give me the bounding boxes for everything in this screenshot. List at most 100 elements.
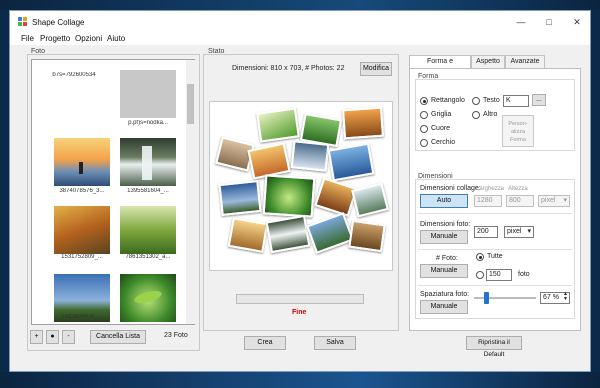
photo-thumbnail[interactable] <box>54 138 110 186</box>
thumbnail-label: 1483804976_... <box>61 314 103 320</box>
spacing-slider[interactable] <box>474 292 536 304</box>
photo-unit-value: pixel <box>507 228 522 235</box>
more-button[interactable]: ... <box>532 94 546 106</box>
photo-thumbnail[interactable] <box>120 138 176 186</box>
menu-opzioni[interactable]: Opzioni <box>75 34 102 43</box>
collage-photo <box>290 140 330 172</box>
scrollbar-thumb[interactable] <box>187 84 194 124</box>
settings-tabs: Forma e dimensioni Aspetto Avanzate Form… <box>409 55 581 331</box>
dimensions-readout: Dimensioni: 810 x 703, # Photos: 22 <box>232 65 345 72</box>
tab-advanced[interactable]: Avanzate <box>505 55 545 68</box>
photo-size-input[interactable]: 200 <box>474 226 498 238</box>
menu-progetto[interactable]: Progetto <box>40 34 70 43</box>
tab-appearance[interactable]: Aspetto <box>471 55 505 68</box>
radio-other[interactable] <box>472 111 480 119</box>
radio-photo-count[interactable] <box>476 271 484 279</box>
radio-text-label: Testo <box>483 97 500 104</box>
width-input[interactable]: 1280 <box>474 195 502 207</box>
create-button[interactable]: Crea <box>244 336 286 350</box>
photo-thumbnail[interactable] <box>120 274 176 322</box>
tab-shape-size[interactable]: Forma e dimensioni <box>409 55 471 77</box>
spacing-input[interactable]: 67 % ▲ ▼ <box>540 292 570 304</box>
collage-photo <box>342 106 384 140</box>
collage-photo <box>227 217 269 253</box>
desktop-background-bottom <box>0 372 600 388</box>
collage-size-auto-button[interactable]: Auto <box>420 194 468 208</box>
photo-unit-select[interactable]: pixel ▾ <box>504 226 534 238</box>
radio-heart[interactable] <box>420 125 428 133</box>
collage-size-label: Dimensioni collage: <box>420 185 481 192</box>
collage-unit-value: pixel <box>541 197 556 204</box>
shape-text-input[interactable]: K <box>503 95 529 107</box>
radio-text[interactable] <box>472 97 480 105</box>
clear-list-button[interactable]: Cancella Lista <box>90 330 146 344</box>
height-label: Altezza <box>508 186 528 192</box>
divider <box>418 249 572 250</box>
chevron-down-icon: ▾ <box>527 228 531 235</box>
remove-photos-button[interactable]: - <box>62 330 75 344</box>
divider <box>418 285 572 286</box>
shape-collage-icon <box>18 17 27 26</box>
radio-other-label: Altro <box>483 111 498 118</box>
desktop-background <box>0 0 600 10</box>
status-text: Fine <box>292 309 307 316</box>
photo-size-manual-button[interactable]: Manuale <box>420 230 468 244</box>
width-label: Larghezza <box>476 186 505 192</box>
thumbnail-label: 3874078576_3... <box>59 188 105 194</box>
photo-list[interactable]: b7s=792600534 p.pf)s=nodka... 3874078576… <box>31 59 195 325</box>
thumbnail-label: 1531752809_... <box>61 254 103 260</box>
tab-panel: Forma Rettangolo Griglia Cuore Cerchio T… <box>409 68 581 331</box>
collage-unit-select[interactable]: pixel ▾ <box>538 195 570 207</box>
spacing-label: Spaziatura foto: <box>420 291 470 298</box>
photo-count-unit: foto <box>518 271 530 278</box>
thumbnail-label: b7s=792600534 <box>52 72 96 78</box>
radio-all-photos-label: Tutte <box>487 253 503 260</box>
radio-rectangle[interactable] <box>420 97 428 105</box>
progress-bar <box>236 294 364 304</box>
edit-button[interactable]: Modifica <box>360 62 392 76</box>
photo-thumbnail[interactable] <box>120 70 176 118</box>
slider-handle[interactable] <box>484 292 490 304</box>
height-input[interactable]: 800 <box>506 195 534 207</box>
thumbnail-label: 7861351302_a... <box>125 254 171 260</box>
collage-photo <box>314 177 358 217</box>
spacing-manual-button[interactable]: Manuale <box>420 300 468 314</box>
collage-photo <box>306 212 354 254</box>
minimize-icon[interactable]: — <box>508 15 534 29</box>
photo-count: 23 Foto <box>164 332 188 339</box>
radio-rectangle-label: Rettangolo <box>431 97 465 104</box>
app-window: Shape Collage — □ ✕ File Progetto Opzion… <box>9 10 591 372</box>
save-button[interactable]: Salva <box>314 336 356 350</box>
collage-photo <box>327 142 375 182</box>
photo-thumbnail[interactable] <box>120 206 176 254</box>
collage-preview[interactable] <box>209 101 393 271</box>
radio-all-photos[interactable] <box>476 253 484 261</box>
menu-file[interactable]: File <box>21 34 34 43</box>
radio-grid[interactable] <box>420 111 428 119</box>
custom-shape-button[interactable]: Person- alizza Forma <box>502 115 534 147</box>
add-photos-button[interactable]: + <box>30 330 43 344</box>
photo-list-scrollbar[interactable] <box>186 60 195 324</box>
collage-photo <box>218 179 262 217</box>
window-title: Shape Collage <box>32 18 85 27</box>
radio-circle-label: Cerchio <box>431 139 456 146</box>
reset-defaults-button[interactable]: Ripristina il Default <box>466 336 522 358</box>
title-bar: Shape Collage — □ ✕ <box>10 11 590 33</box>
photo-thumbnail[interactable] <box>54 206 110 254</box>
spacing-value: 67 % <box>543 294 559 301</box>
photo-count-manual-button[interactable]: Manuale <box>420 264 468 278</box>
maximize-icon[interactable]: □ <box>536 15 562 29</box>
radio-heart-label: Cuore <box>431 125 451 132</box>
photo-count-label: # Foto: <box>436 255 458 262</box>
photo-count-input[interactable]: 150 <box>486 269 512 281</box>
thumbnail-label: p.pf)s=nodka... <box>128 120 168 126</box>
collage-photo <box>262 174 316 218</box>
radio-grid-label: Griglia <box>431 111 452 118</box>
radio-circle[interactable] <box>420 139 428 147</box>
web-photos-button[interactable]: ● <box>46 330 59 344</box>
collage-photo <box>348 219 386 253</box>
close-icon[interactable]: ✕ <box>564 15 590 29</box>
thumbnail-label: 1395581604_... <box>127 188 169 194</box>
menu-aiuto[interactable]: Aiuto <box>107 34 125 43</box>
spinner-icon[interactable]: ▲ ▼ <box>563 292 568 302</box>
